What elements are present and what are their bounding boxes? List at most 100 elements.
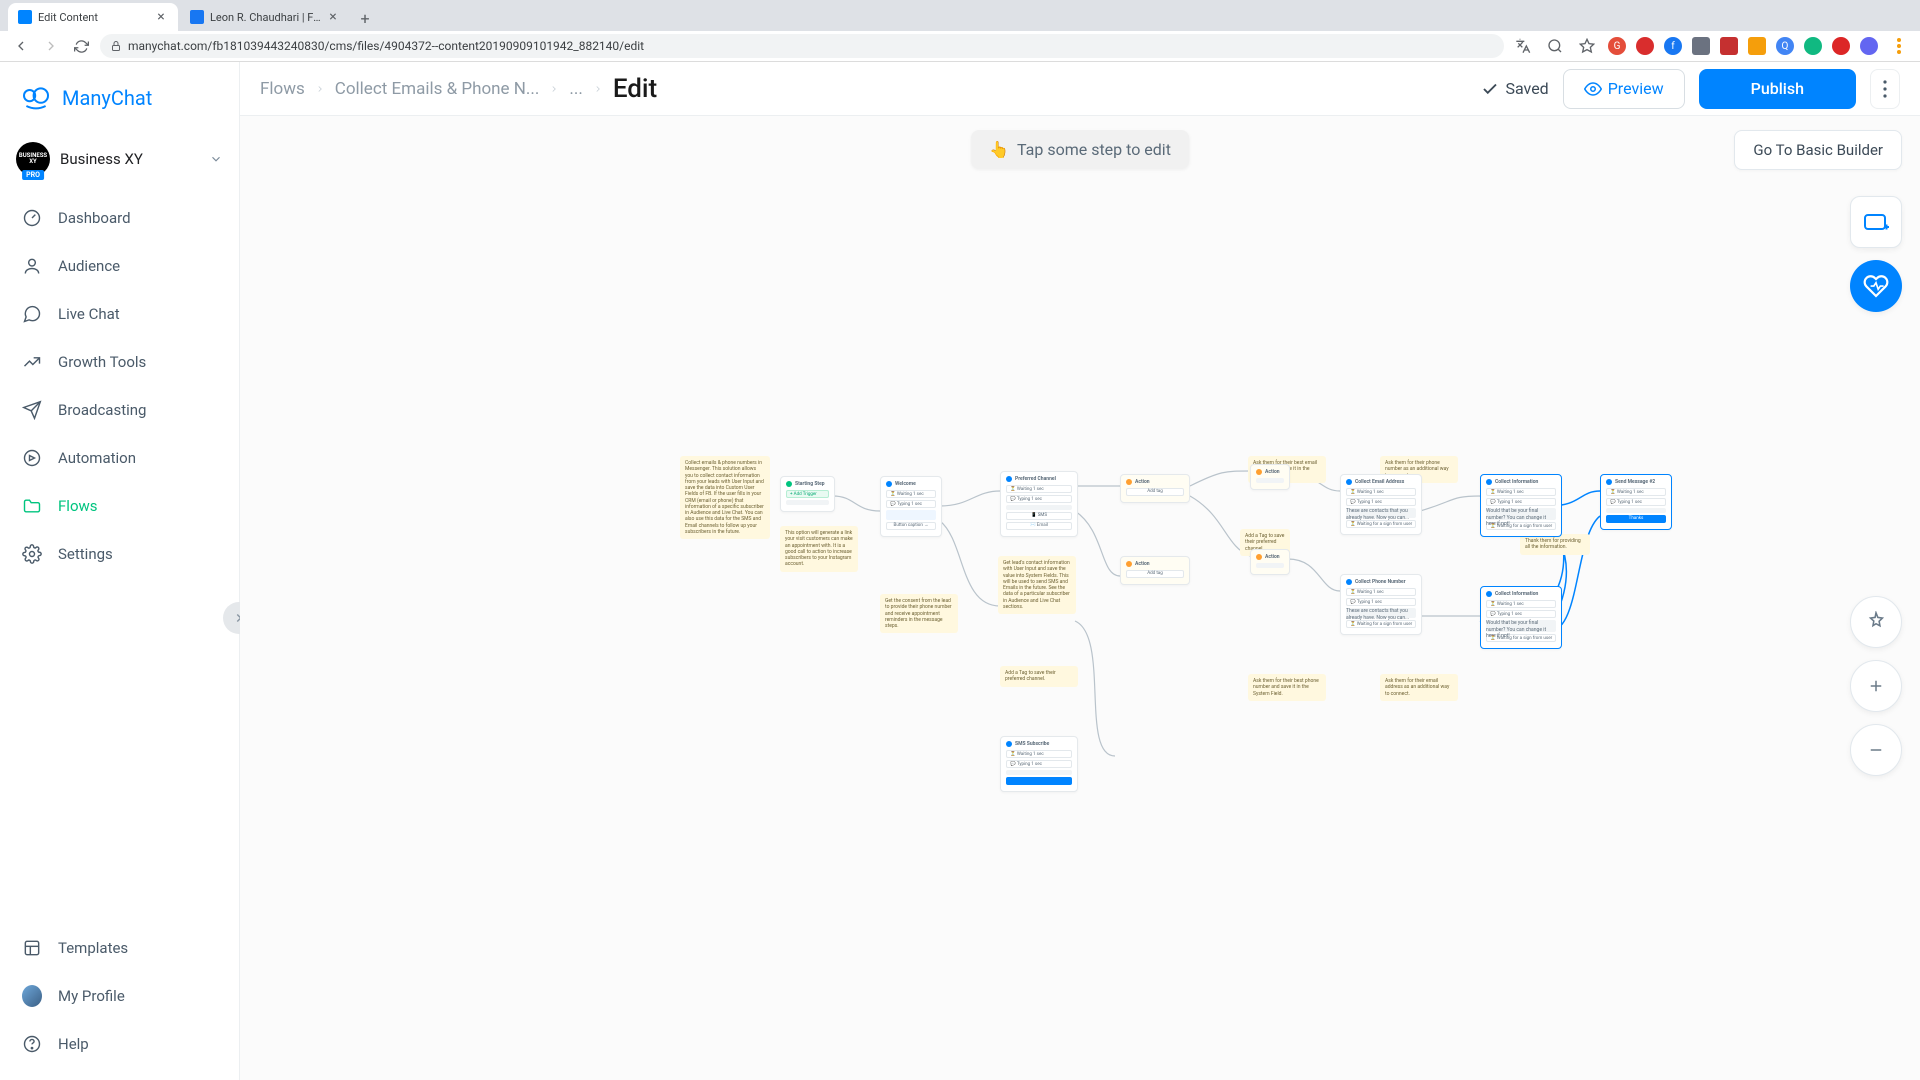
brand-name: ManyChat [62, 86, 152, 110]
flow-diagram[interactable]: Collect emails & phone numbers in Messen… [680, 456, 1700, 836]
avatar-icon[interactable] [1860, 37, 1878, 55]
sidebar-item-audience[interactable]: Audience [0, 242, 239, 290]
chevron-right-icon [593, 82, 603, 96]
menu-icon[interactable] [1888, 35, 1910, 57]
nav-label: Audience [58, 257, 120, 275]
preview-button[interactable]: Preview [1563, 69, 1685, 109]
tab-inactive[interactable]: Leon R. Chaudhari | Facebook × [180, 3, 350, 31]
zoom-out-button[interactable] [1850, 724, 1902, 776]
logo[interactable]: ManyChat [0, 70, 239, 132]
workspace-selector[interactable]: BUSINESS XY PRO Business XY [0, 132, 239, 194]
favicon-facebook [190, 10, 204, 24]
zoom-icon[interactable] [1544, 35, 1566, 57]
sidebar-item-help[interactable]: Help [0, 1020, 239, 1068]
flow-node-collect-info-2[interactable]: Collect Information ⏳ Waiting 1 sec 💬 Ty… [1480, 586, 1562, 649]
help-icon [22, 1034, 42, 1054]
flow-node-collect-phone[interactable]: Collect Phone Number ⏳ Waiting 1 sec 💬 T… [1340, 574, 1422, 635]
favicon-manychat [18, 10, 32, 24]
crumb-flows[interactable]: Flows [260, 79, 305, 99]
pro-badge: PRO [22, 170, 44, 180]
sticky-note[interactable]: Thank them for providing all the informa… [1520, 534, 1590, 555]
flow-node-welcome[interactable]: Welcome ⏳ Waiting 1 sec 💬 Typing 1 sec B… [880, 476, 942, 537]
gear-icon [22, 544, 42, 564]
forward-button[interactable] [40, 35, 62, 57]
close-icon[interactable]: × [326, 10, 340, 24]
sticky-note[interactable]: Collect emails & phone numbers in Messen… [680, 456, 770, 539]
user-icon [22, 256, 42, 276]
publish-button[interactable]: Publish [1699, 69, 1856, 109]
ext-icon[interactable] [1720, 37, 1738, 55]
breadcrumb: Flows Collect Emails & Phone N... ... Ed… [260, 74, 657, 104]
flow-node-action-sms[interactable]: Action Add tag [1120, 474, 1190, 503]
sticky-note[interactable]: Ask them for their best phone number and… [1248, 674, 1326, 701]
reload-button[interactable] [70, 35, 92, 57]
nav-label: Settings [58, 545, 113, 563]
sidebar-item-templates[interactable]: Templates [0, 924, 239, 972]
canvas-hint: 👆 Tap some step to edit [971, 130, 1189, 169]
ext-icon[interactable] [1832, 37, 1850, 55]
crumb-flow-name[interactable]: Collect Emails & Phone N... [335, 79, 540, 99]
sidebar-item-growth[interactable]: Growth Tools [0, 338, 239, 386]
flow-node-send-message[interactable]: Send Message #2 ⏳ Waiting 1 sec 💬 Typing… [1600, 474, 1672, 530]
ext-icon[interactable]: f [1664, 37, 1682, 55]
basic-builder-button[interactable]: Go To Basic Builder [1734, 130, 1902, 170]
sidebar-item-broadcasting[interactable]: Broadcasting [0, 386, 239, 434]
flow-node-start[interactable]: Starting Step + Add Trigger [780, 476, 835, 512]
ext-icon[interactable]: G [1608, 37, 1626, 55]
crumb-dots[interactable]: ... [569, 79, 582, 99]
flow-node-sms-subscribe[interactable]: SMS Subscribe ⏳ Waiting 1 sec 💬 Typing 1… [1000, 736, 1078, 792]
flow-node-action-email[interactable]: Action Add tag [1120, 556, 1190, 585]
auto-arrange-button[interactable] [1850, 596, 1902, 648]
saved-status: Saved [1481, 79, 1548, 98]
url-input[interactable]: manychat.com/fb181039443240830/cms/files… [100, 34, 1504, 58]
flow-node-collect-info[interactable]: Collect Information ⏳ Waiting 1 sec 💬 Ty… [1480, 474, 1562, 537]
sidebar-item-profile[interactable]: My Profile [0, 972, 239, 1020]
sidebar-item-livechat[interactable]: Live Chat [0, 290, 239, 338]
zoom-in-button[interactable] [1850, 660, 1902, 712]
nav-label: Help [58, 1035, 89, 1053]
nav-label: Templates [58, 939, 128, 957]
ext-icon[interactable] [1804, 37, 1822, 55]
star-icon[interactable] [1576, 35, 1598, 57]
sticky-note[interactable]: Ask them for their email address as an a… [1380, 674, 1458, 701]
add-node-button[interactable] [1850, 196, 1902, 248]
flow-node-action[interactable]: Action [1250, 464, 1290, 490]
ext-icon[interactable]: Q [1776, 37, 1794, 55]
new-tab-button[interactable]: + [352, 5, 378, 31]
sidebar-item-automation[interactable]: Automation [0, 434, 239, 482]
health-button[interactable] [1850, 260, 1902, 312]
sidebar-item-settings[interactable]: Settings [0, 530, 239, 578]
translate-icon[interactable] [1512, 35, 1534, 57]
check-icon [1481, 80, 1499, 98]
tab-title: Edit Content [38, 11, 154, 24]
close-icon[interactable]: × [154, 10, 168, 24]
back-button[interactable] [10, 35, 32, 57]
send-icon [22, 400, 42, 420]
nav-label: My Profile [58, 987, 125, 1005]
ext-icon[interactable] [1748, 37, 1766, 55]
flow-canvas[interactable]: 👆 Tap some step to edit Go To Basic Buil… [240, 116, 1920, 1080]
flow-node-action[interactable]: Action [1250, 549, 1290, 575]
flow-node-preferred[interactable]: Preferred Channel ⏳ Waiting 1 sec 💬 Typi… [1000, 471, 1078, 537]
tab-bar: Edit Content × Leon R. Chaudhari | Faceb… [0, 0, 1920, 31]
nav-label: Dashboard [58, 209, 131, 227]
ext-icon[interactable] [1636, 37, 1654, 55]
nav-main: Dashboard Audience Live Chat Growth Tool… [0, 194, 239, 578]
sticky-note[interactable]: Get lead's contact information with User… [998, 556, 1076, 614]
sticky-note[interactable]: Get the consent from the lead to provide… [880, 594, 958, 633]
ext-icon[interactable] [1692, 37, 1710, 55]
more-button[interactable] [1870, 69, 1900, 109]
tab-active[interactable]: Edit Content × [8, 3, 178, 31]
sidebar-item-dashboard[interactable]: Dashboard [0, 194, 239, 242]
canvas-buttons-zoom [1850, 596, 1902, 776]
flow-node-collect-email[interactable]: Collect Email Address ⏳ Waiting 1 sec 💬 … [1340, 474, 1422, 535]
tab-title: Leon R. Chaudhari | Facebook [210, 11, 326, 24]
sidebar: ManyChat BUSINESS XY PRO Business XY Das… [0, 62, 240, 1080]
sticky-note[interactable]: This option will generate a link your vi… [780, 526, 858, 572]
sticky-note[interactable]: Add a Tag to save their preferred channe… [1000, 666, 1078, 687]
more-vertical-icon [1883, 80, 1887, 98]
nav-label: Flows [58, 497, 98, 515]
preview-label: Preview [1608, 79, 1664, 98]
sidebar-item-flows[interactable]: Flows [0, 482, 239, 530]
chevron-down-icon [209, 152, 223, 166]
